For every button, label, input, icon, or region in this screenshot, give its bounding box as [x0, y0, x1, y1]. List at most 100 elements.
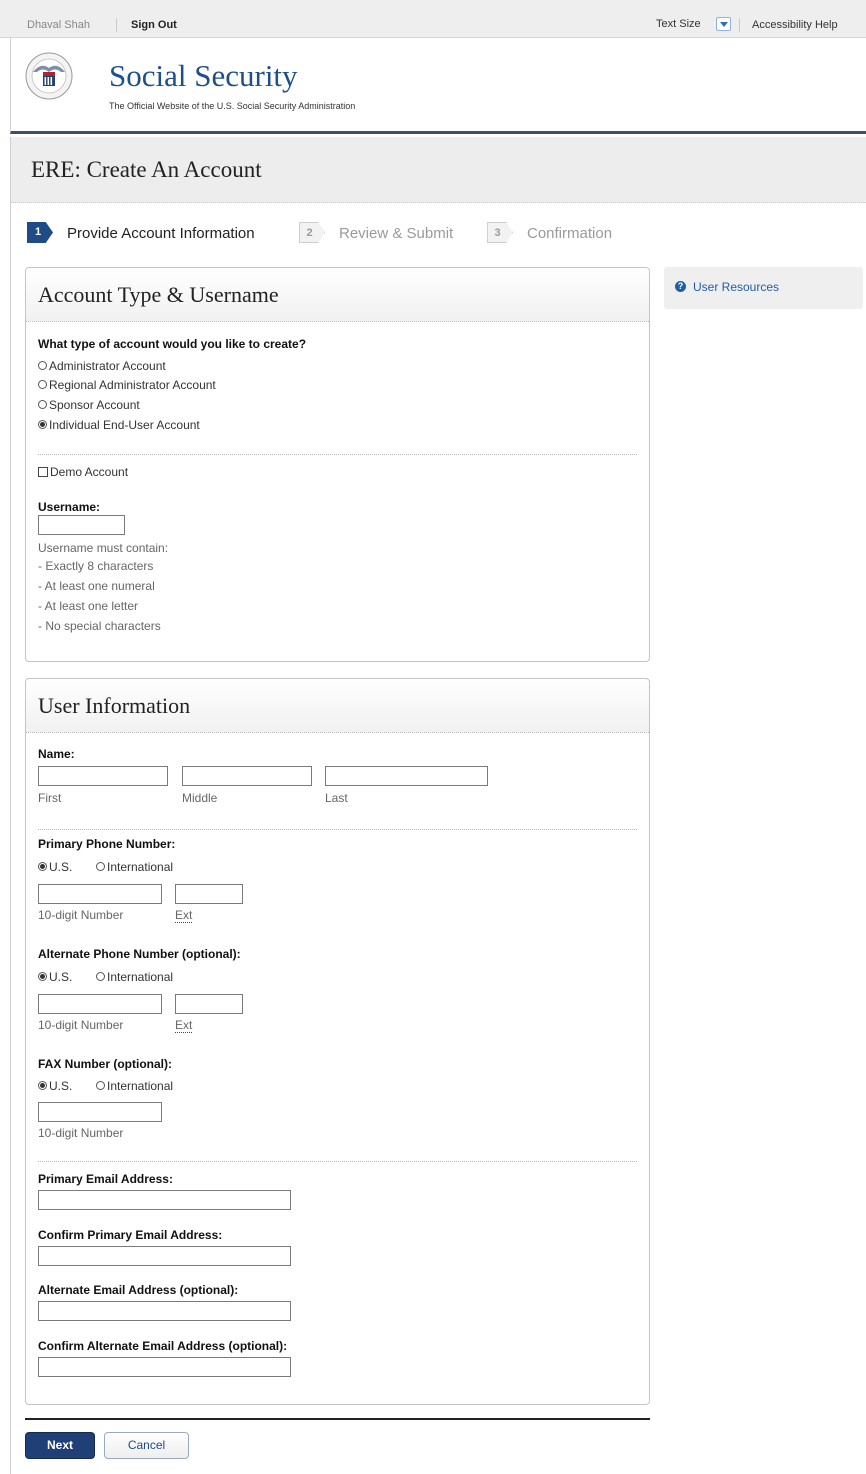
- alternate-email-input[interactable]: [38, 1301, 291, 1321]
- radio-button-selected[interactable]: [38, 972, 47, 981]
- alternate-phone-us-radio[interactable]: U.S.: [38, 970, 72, 984]
- username-input[interactable]: [38, 515, 125, 535]
- panel-title: Account Type & Username: [38, 282, 279, 307]
- separator: [739, 18, 740, 32]
- radio-button[interactable]: [96, 972, 105, 981]
- user-resources-link[interactable]: User Resources: [693, 280, 779, 294]
- username-rule: - At least one numeral: [38, 579, 155, 593]
- ssa-seal-logo[interactable]: [25, 52, 73, 100]
- alternate-phone-ext-input[interactable]: [175, 994, 243, 1014]
- brand-tagline: The Official Website of the U.S. Social …: [109, 101, 356, 111]
- page-frame-line: [10, 203, 11, 1474]
- primary-email-input[interactable]: [38, 1190, 291, 1210]
- step-number: 2: [299, 222, 325, 243]
- radio-label: U.S.: [49, 1079, 73, 1093]
- section-divider: [38, 829, 637, 830]
- text-size-dropdown-icon[interactable]: [716, 17, 731, 31]
- sign-out-link[interactable]: Sign Out: [131, 19, 177, 31]
- phone-ext-hint: Ext: [175, 908, 193, 923]
- phone-number-hint: 10-digit Number: [38, 908, 124, 922]
- separator: [116, 18, 117, 32]
- username-rule: - At least one letter: [38, 599, 139, 613]
- page-title: ERE: Create An Account: [31, 157, 262, 182]
- confirm-alternate-email-label: Confirm Alternate Email Address (optiona…: [38, 1339, 288, 1353]
- radio-label: International: [107, 970, 174, 984]
- site-header: Social Security The Official Website of …: [10, 38, 866, 134]
- brand-title[interactable]: Social Security: [109, 58, 298, 94]
- fax-number-input[interactable]: [38, 1102, 162, 1122]
- primary-email-label: Primary Email Address:: [38, 1172, 173, 1186]
- step-label: Provide Account Information: [67, 225, 255, 242]
- form-footer-rule: [25, 1418, 650, 1420]
- radio-label: Regional Administrator Account: [49, 378, 216, 392]
- radio-sponsor[interactable]: Sponsor Account: [38, 398, 140, 412]
- radio-label: U.S.: [49, 970, 73, 984]
- username-rule: - No special characters: [38, 619, 161, 633]
- accessibility-help-link[interactable]: Accessibility Help: [752, 19, 838, 31]
- checkbox[interactable]: [38, 467, 48, 477]
- step-label: Review & Submit: [339, 225, 454, 242]
- account-type-panel: Account Type & Username What type of acc…: [25, 267, 650, 662]
- phone-number-hint: 10-digit Number: [38, 1018, 124, 1032]
- confirm-primary-email-label: Confirm Primary Email Address:: [38, 1228, 223, 1242]
- user-resources-box: ? User Resources: [664, 267, 863, 309]
- last-name-input[interactable]: [325, 766, 488, 786]
- section-divider: [38, 454, 637, 455]
- radio-label: Individual End-User Account: [49, 418, 200, 432]
- username-rule: - Exactly 8 characters: [38, 559, 154, 573]
- phone-ext-hint: Ext: [175, 1018, 193, 1033]
- first-name-input[interactable]: [38, 766, 168, 786]
- text-size-label: Text Size: [656, 18, 701, 30]
- radio-button[interactable]: [96, 862, 105, 871]
- radio-label: International: [107, 1079, 174, 1093]
- primary-phone-ext-input[interactable]: [175, 884, 243, 904]
- radio-regional-administrator[interactable]: Regional Administrator Account: [38, 378, 216, 392]
- alternate-phone-intl-radio[interactable]: International: [96, 970, 173, 984]
- cancel-button[interactable]: Cancel: [104, 1432, 189, 1459]
- step-number: 3: [487, 222, 513, 243]
- confirm-alternate-email-input[interactable]: [38, 1357, 291, 1377]
- radio-individual-end-user[interactable]: Individual End-User Account: [38, 418, 200, 432]
- help-icon: ?: [675, 281, 686, 292]
- radio-button[interactable]: [38, 380, 47, 389]
- panel-title: User Information: [38, 693, 191, 718]
- panel-header: Account Type & Username: [26, 268, 649, 322]
- last-name-hint: Last: [325, 791, 348, 805]
- page-title-band: ERE: Create An Account: [10, 137, 866, 203]
- primary-phone-us-radio[interactable]: U.S.: [38, 860, 72, 874]
- radio-label: Administrator Account: [49, 359, 166, 373]
- fax-intl-radio[interactable]: International: [96, 1079, 173, 1093]
- fax-us-radio[interactable]: U.S.: [38, 1079, 72, 1093]
- radio-label: U.S.: [49, 860, 73, 874]
- step-number: 1: [27, 222, 53, 243]
- radio-button-selected[interactable]: [38, 862, 47, 871]
- radio-button-selected[interactable]: [38, 420, 47, 429]
- fax-label: FAX Number (optional):: [38, 1057, 172, 1071]
- next-button[interactable]: Next: [25, 1432, 95, 1459]
- user-name: Dhaval Shah: [27, 19, 90, 31]
- radio-button-selected[interactable]: [38, 1081, 47, 1090]
- panel-header: User Information: [26, 679, 649, 733]
- radio-administrator[interactable]: Administrator Account: [38, 359, 166, 373]
- radio-button[interactable]: [96, 1081, 105, 1090]
- primary-phone-label: Primary Phone Number:: [38, 837, 176, 851]
- radio-button[interactable]: [38, 361, 47, 370]
- demo-account-checkbox[interactable]: Demo Account: [38, 465, 128, 479]
- alternate-phone-number-input[interactable]: [38, 994, 162, 1014]
- primary-phone-number-input[interactable]: [38, 884, 162, 904]
- account-type-question: What type of account would you like to c…: [38, 337, 307, 351]
- utility-bar: Dhaval Shah Sign Out Text Size Accessibi…: [0, 0, 866, 38]
- confirm-primary-email-input[interactable]: [38, 1246, 291, 1266]
- radio-button[interactable]: [38, 400, 47, 409]
- radio-label: International: [107, 860, 174, 874]
- middle-name-input[interactable]: [182, 766, 312, 786]
- username-rules-intro: Username must contain:: [38, 541, 169, 555]
- section-divider: [38, 1161, 637, 1162]
- step-label: Confirmation: [527, 225, 613, 242]
- middle-name-hint: Middle: [182, 791, 218, 805]
- alternate-phone-label: Alternate Phone Number (optional):: [38, 947, 241, 961]
- first-name-hint: First: [38, 791, 62, 805]
- radio-label: Sponsor Account: [49, 398, 140, 412]
- checkbox-label: Demo Account: [50, 465, 129, 479]
- primary-phone-intl-radio[interactable]: International: [96, 860, 173, 874]
